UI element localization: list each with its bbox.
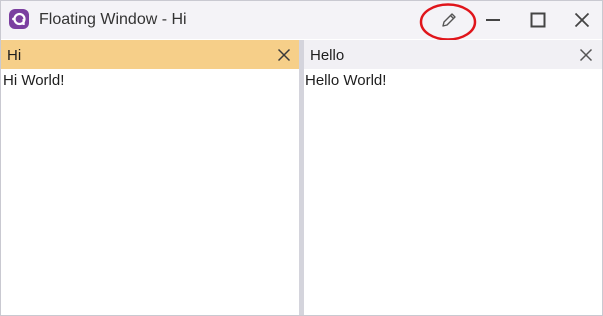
minimize-button[interactable] bbox=[475, 5, 511, 35]
app-logo-icon bbox=[9, 9, 29, 29]
maximize-icon bbox=[530, 12, 546, 28]
close-icon bbox=[574, 12, 590, 28]
close-icon bbox=[277, 48, 291, 62]
tab-hi[interactable]: Hi bbox=[1, 40, 299, 69]
close-icon bbox=[579, 48, 593, 62]
pane-hi: Hi Hi World! bbox=[1, 40, 299, 315]
pane-content: Hi World! bbox=[3, 72, 65, 89]
close-window-button[interactable] bbox=[564, 5, 600, 35]
title-bar[interactable]: Floating Window - Hi bbox=[1, 1, 602, 41]
tab-close-button[interactable] bbox=[576, 45, 596, 65]
pane-hello: Hello Hello World! bbox=[304, 40, 602, 315]
tab-label: Hello bbox=[310, 47, 345, 64]
minimize-icon bbox=[486, 19, 500, 21]
tab-close-button[interactable] bbox=[274, 45, 294, 65]
window-title: Floating Window - Hi bbox=[39, 11, 187, 28]
floating-window: Floating Window - Hi Hi Hi World! Hello … bbox=[0, 0, 603, 316]
pane-content: Hello World! bbox=[305, 72, 387, 89]
tab-hello[interactable]: Hello bbox=[304, 40, 602, 69]
highlight-annotation-ellipse bbox=[419, 3, 477, 41]
tab-label: Hi bbox=[7, 47, 22, 64]
maximize-button[interactable] bbox=[520, 5, 556, 35]
